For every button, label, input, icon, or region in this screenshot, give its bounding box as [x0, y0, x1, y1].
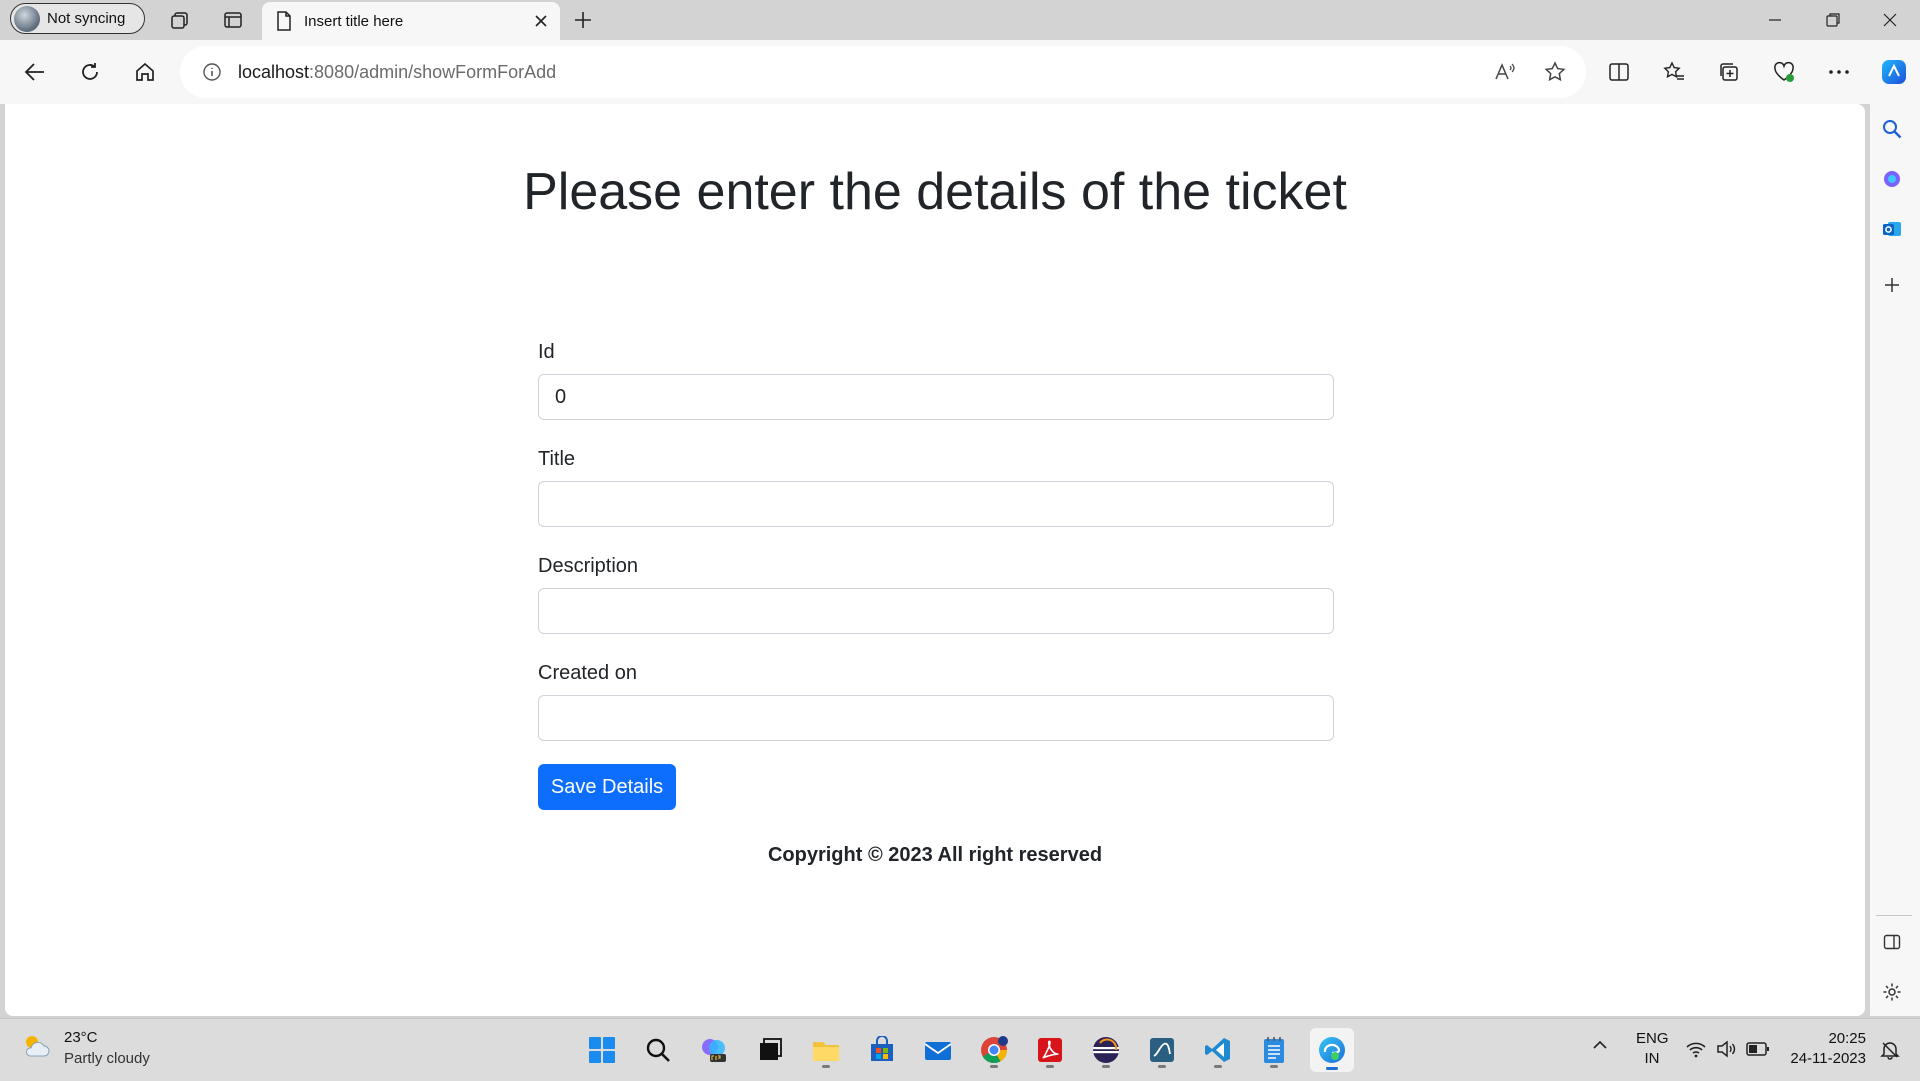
copilot-icon[interactable]	[1877, 55, 1911, 89]
sidebar-outlook-icon[interactable]	[1875, 212, 1909, 246]
url-path: :8080/admin/showFormForAdd	[309, 61, 557, 82]
edge-icon[interactable]	[1310, 1028, 1354, 1072]
clock-date[interactable]: 24-11-2023	[1780, 1050, 1866, 1067]
id-input[interactable]	[538, 374, 1334, 420]
id-label: Id	[538, 341, 555, 363]
url-text[interactable]: localhost:8080/admin/showFormForAdd	[238, 62, 1494, 83]
copilot-preview-icon[interactable]	[694, 1030, 734, 1070]
tab-actions-icon[interactable]	[216, 3, 250, 37]
favorites-icon[interactable]	[1657, 55, 1691, 89]
description-input[interactable]	[538, 588, 1334, 634]
tab-title: Insert title here	[304, 12, 404, 30]
running-indicator	[822, 1065, 830, 1068]
acrobat-icon[interactable]	[1030, 1030, 1070, 1070]
description-label: Description	[538, 555, 639, 577]
page-title: Please enter the details of the ticket	[523, 163, 1347, 221]
notepad-icon[interactable]	[1254, 1030, 1294, 1070]
site-info-icon[interactable]	[202, 62, 222, 82]
running-indicator	[1270, 1065, 1278, 1068]
address-bar[interactable]: localhost:8080/admin/showFormForAdd	[180, 46, 1586, 98]
sidebar-add-icon[interactable]	[1875, 268, 1909, 302]
sidebar-settings-icon[interactable]	[1875, 975, 1909, 1009]
eclipse-icon[interactable]	[1086, 1030, 1126, 1070]
clock-time[interactable]: 20:25	[1780, 1030, 1866, 1047]
avatar	[14, 5, 40, 32]
more-options-icon[interactable]	[1822, 55, 1856, 89]
mail-icon[interactable]	[918, 1030, 958, 1070]
page-viewport: Please enter the details of the ticket I…	[5, 104, 1865, 1016]
profile-button[interactable]: Not syncing	[10, 3, 145, 34]
lang-line2[interactable]: IN	[1636, 1050, 1668, 1067]
url-host: localhost	[238, 61, 310, 82]
collections-icon[interactable]	[1712, 55, 1746, 89]
profile-label: Not syncing	[47, 10, 126, 27]
favorite-star-icon[interactable]	[1544, 61, 1566, 83]
reload-icon[interactable]	[73, 55, 107, 89]
mysql-workbench-icon[interactable]	[1142, 1030, 1182, 1070]
sidebar-copilot-icon[interactable]	[1875, 162, 1909, 196]
title-input[interactable]	[538, 481, 1334, 527]
minimize-icon[interactable]	[1758, 3, 1792, 37]
weather-icon[interactable]	[20, 1030, 52, 1062]
weather-temp: 23°C	[64, 1029, 98, 1046]
created-on-label: Created on	[538, 662, 637, 684]
weather-desc: Partly cloudy	[64, 1050, 150, 1067]
running-indicator	[1158, 1065, 1166, 1068]
close-tab-icon[interactable]	[534, 14, 548, 28]
volume-icon[interactable]	[1716, 1040, 1738, 1058]
lang-line1[interactable]: ENG	[1636, 1030, 1669, 1047]
task-view-icon[interactable]	[750, 1030, 790, 1070]
page-icon	[276, 11, 292, 31]
file-explorer-icon[interactable]	[806, 1030, 846, 1070]
footer-copyright: Copyright © 2023 All right reserved	[767, 844, 1103, 866]
restore-icon[interactable]	[1816, 3, 1850, 37]
notifications-icon[interactable]	[1880, 1040, 1900, 1060]
running-indicator	[1102, 1065, 1110, 1068]
windows-taskbar	[0, 1018, 1920, 1081]
created-on-input[interactable]	[538, 695, 1334, 741]
save-details-button[interactable]: Save Details	[538, 764, 676, 810]
tab-active[interactable]: Insert title here	[262, 2, 560, 40]
sidebar-search-icon[interactable]	[1875, 112, 1909, 146]
battery-icon[interactable]	[1746, 1041, 1770, 1057]
split-screen-icon[interactable]	[1602, 55, 1636, 89]
chrome-icon[interactable]	[974, 1030, 1014, 1070]
vscode-icon[interactable]	[1198, 1030, 1238, 1070]
read-aloud-icon[interactable]	[1494, 62, 1516, 82]
running-indicator	[990, 1065, 998, 1068]
active-indicator	[1326, 1067, 1338, 1070]
new-tab-icon[interactable]	[566, 3, 600, 37]
home-icon[interactable]	[128, 55, 162, 89]
workspaces-icon[interactable]	[163, 3, 197, 37]
running-indicator	[1046, 1065, 1054, 1068]
running-indicator	[1214, 1065, 1222, 1068]
start-icon[interactable]	[582, 1030, 622, 1070]
taskbar-search-icon[interactable]	[638, 1030, 678, 1070]
microsoft-store-icon[interactable]	[862, 1030, 902, 1070]
sidebar-divider	[1876, 915, 1912, 916]
hide-sidebar-icon[interactable]	[1875, 925, 1909, 959]
close-window-icon[interactable]	[1873, 3, 1907, 37]
back-icon[interactable]	[18, 55, 52, 89]
title-label: Title	[538, 448, 576, 470]
browser-essentials-icon[interactable]	[1767, 55, 1801, 89]
show-hidden-icons[interactable]	[1592, 1040, 1608, 1050]
wifi-icon[interactable]	[1685, 1040, 1707, 1058]
